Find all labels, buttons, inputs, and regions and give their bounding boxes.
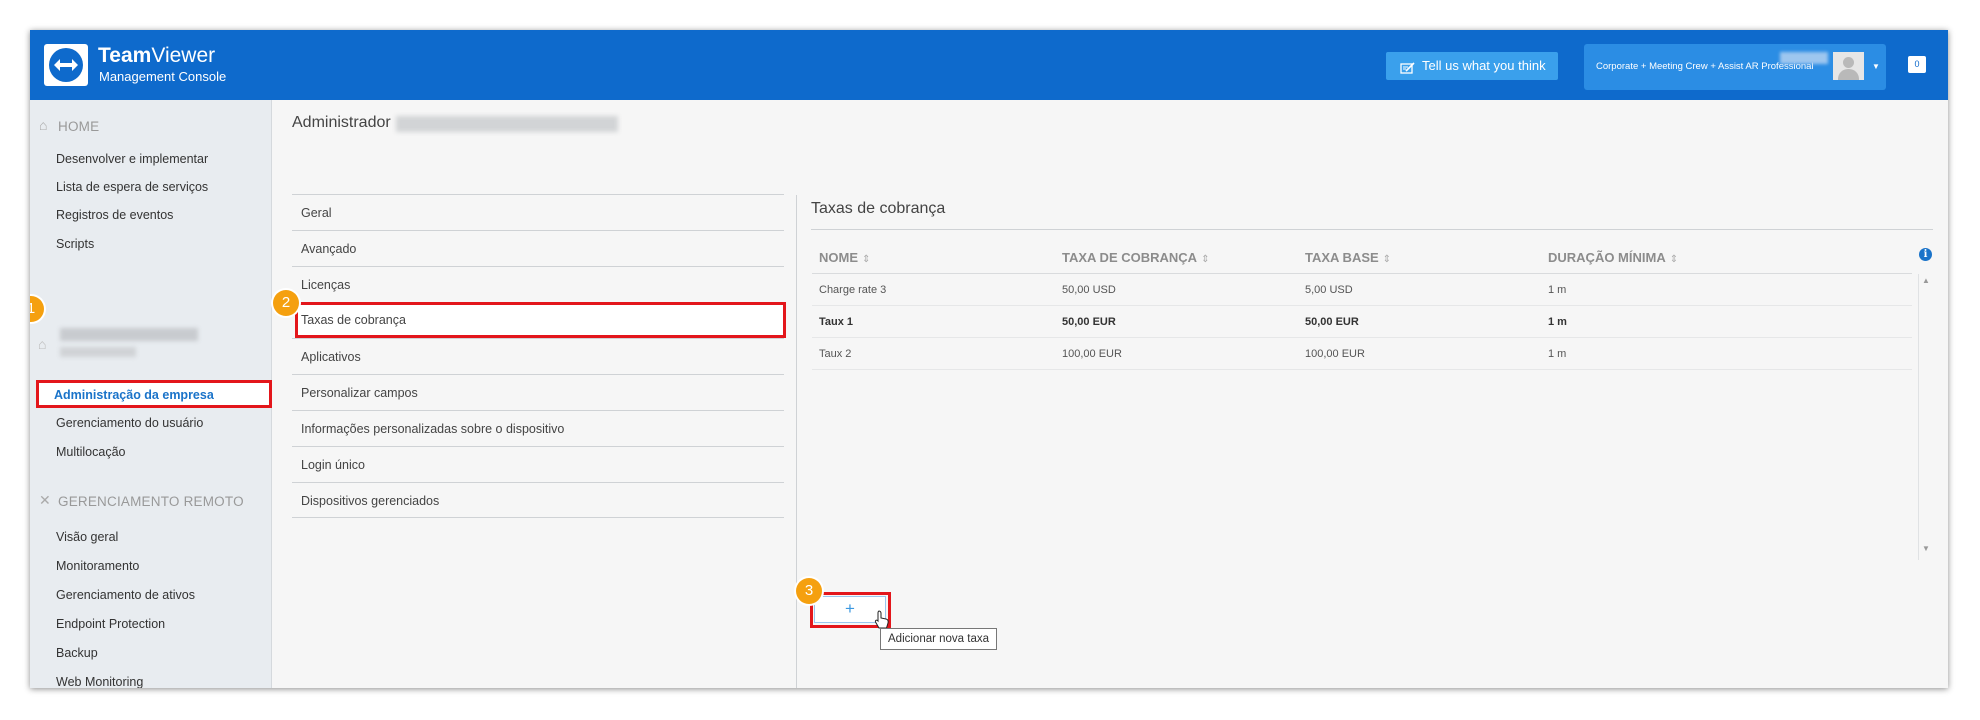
sidebar-item-scripts[interactable]: Scripts <box>56 237 94 251</box>
sidebar-item-event-logs[interactable]: Registros de eventos <box>56 208 173 222</box>
sidebar-item-overview[interactable]: Visão geral <box>56 530 118 544</box>
menu-item-licenses[interactable]: Licenças <box>292 266 784 302</box>
sidebar-section-home: HOME <box>58 119 100 134</box>
menu-item-advanced[interactable]: Avançado <box>292 230 784 266</box>
redacted-account-name <box>1780 52 1828 64</box>
teamviewer-logo-icon[interactable] <box>44 44 88 86</box>
sidebar-item-monitoring[interactable]: Monitoramento <box>56 559 139 573</box>
sidebar-item-company-admin[interactable]: Administração da empresa <box>36 380 272 408</box>
menu-item-custom-fields[interactable]: Personalizar campos <box>292 374 784 410</box>
cell-name: Taux 1 <box>819 316 854 328</box>
column-header-min-duration[interactable]: DURAÇÃO MÍNIMA ⇕ <box>1548 250 1678 265</box>
menu-item-apps[interactable]: Aplicativos <box>292 338 784 374</box>
sidebar-item-web-monitoring[interactable]: Web Monitoring <box>56 675 143 688</box>
sidebar-item-endpoint-protection[interactable]: Endpoint Protection <box>56 617 165 631</box>
sidebar-item-user-management[interactable]: Gerenciamento do usuário <box>56 416 203 430</box>
table-row[interactable]: Taux 1 50,00 EUR 50,00 EUR 1 m <box>812 306 1912 338</box>
panel-title: Taxas de cobrança <box>811 200 946 217</box>
cell-min-duration: 1 m <box>1548 348 1567 360</box>
top-header: TeamViewer Management Console Tell us wh… <box>30 30 1948 100</box>
column-header-name[interactable]: NOME ⇕ <box>819 250 870 265</box>
cell-base-rate: 100,00 EUR <box>1305 348 1365 360</box>
sidebar-item-service-queue[interactable]: Lista de espera de serviços <box>56 180 208 194</box>
sort-icon[interactable]: ⇕ <box>1670 254 1678 265</box>
step-badge-3: 3 <box>796 578 822 604</box>
cell-base-rate: 5,00 USD <box>1305 284 1353 296</box>
table-scrollbar[interactable]: ▲ ▼ <box>1918 274 1932 560</box>
remote-management-icon: ✕ <box>39 492 51 508</box>
home-icon: ⌂ <box>39 117 48 133</box>
sidebar-item-asset-management[interactable]: Gerenciamento de ativos <box>56 588 195 602</box>
sidebar-item-backup[interactable]: Backup <box>56 646 98 660</box>
sidebar: ⌂ HOME Desenvolver e implementar Lista d… <box>30 100 272 688</box>
sort-icon[interactable]: ⇕ <box>1201 254 1209 265</box>
sort-icon[interactable]: ⇕ <box>1383 254 1391 265</box>
sidebar-section-remote: GERENCIAMENTO REMOTO <box>58 494 244 509</box>
notification-icon[interactable]: 0 <box>1908 56 1926 73</box>
redacted-company-subtitle <box>60 347 136 357</box>
cell-charge-rate: 50,00 USD <box>1062 284 1116 296</box>
column-header-charge-rate[interactable]: TAXA DE COBRANÇA ⇕ <box>1062 250 1209 265</box>
scroll-up-icon[interactable]: ▲ <box>1922 276 1930 285</box>
menu-item-charge-rates[interactable]: Taxas de cobrança <box>295 302 786 338</box>
info-icon[interactable]: i <box>1919 248 1932 261</box>
scroll-down-icon[interactable]: ▼ <box>1922 544 1930 553</box>
cell-charge-rate: 50,00 EUR <box>1062 316 1116 328</box>
page-title: Administrador <box>292 114 391 131</box>
feedback-pencil-icon <box>1400 58 1416 86</box>
settings-menu: Geral Avançado Licenças Taxas de cobranç… <box>292 194 786 518</box>
chevron-down-icon[interactable]: ▼ <box>1872 62 1880 71</box>
panel-divider-line <box>811 229 1933 230</box>
menu-item-custom-device-info[interactable]: Informações personalizadas sobre o dispo… <box>292 410 784 446</box>
feedback-label: Tell us what you think <box>1422 58 1546 73</box>
cell-name: Taux 2 <box>819 348 852 360</box>
sidebar-item-deploy[interactable]: Desenvolver e implementar <box>56 152 208 166</box>
menu-item-single-sign-on[interactable]: Login único <box>292 446 784 482</box>
company-icon: ⌂ <box>38 336 47 352</box>
sidebar-item-label: Administração da empresa <box>54 388 214 402</box>
sidebar-item-multitenancy[interactable]: Multilocação <box>56 445 125 459</box>
cell-name: Charge rate 3 <box>819 284 887 296</box>
feedback-button[interactable]: Tell us what you think <box>1386 52 1558 80</box>
avatar[interactable] <box>1833 52 1864 80</box>
menu-item-general[interactable]: Geral <box>292 194 784 230</box>
cell-base-rate: 50,00 EUR <box>1305 316 1359 328</box>
column-header-base-rate[interactable]: TAXA BASE ⇕ <box>1305 250 1391 265</box>
step-badge-2: 2 <box>273 290 299 316</box>
table-row[interactable]: Charge rate 3 50,00 USD 5,00 USD 1 m <box>812 274 1912 306</box>
panel-divider <box>796 195 797 688</box>
brand-subtitle: Management Console <box>99 69 227 84</box>
cell-min-duration: 1 m <box>1548 316 1567 328</box>
table-row[interactable]: Taux 2 100,00 EUR 100,00 EUR 1 m <box>812 338 1912 370</box>
management-console-window: TeamViewer Management Console Tell us wh… <box>30 30 1948 688</box>
sort-icon[interactable]: ⇕ <box>862 254 870 265</box>
redacted-admin-name <box>396 116 618 132</box>
account-menu[interactable]: Corporate + Meeting Crew + Assist AR Pro… <box>1584 44 1886 90</box>
add-rate-tooltip: Adicionar nova taxa <box>880 628 998 650</box>
menu-item-managed-devices[interactable]: Dispositivos gerenciados <box>292 482 784 518</box>
cell-charge-rate: 100,00 EUR <box>1062 348 1122 360</box>
redacted-company-name <box>60 328 198 341</box>
cell-min-duration: 1 m <box>1548 284 1567 296</box>
brand-name: TeamViewer <box>98 44 216 67</box>
